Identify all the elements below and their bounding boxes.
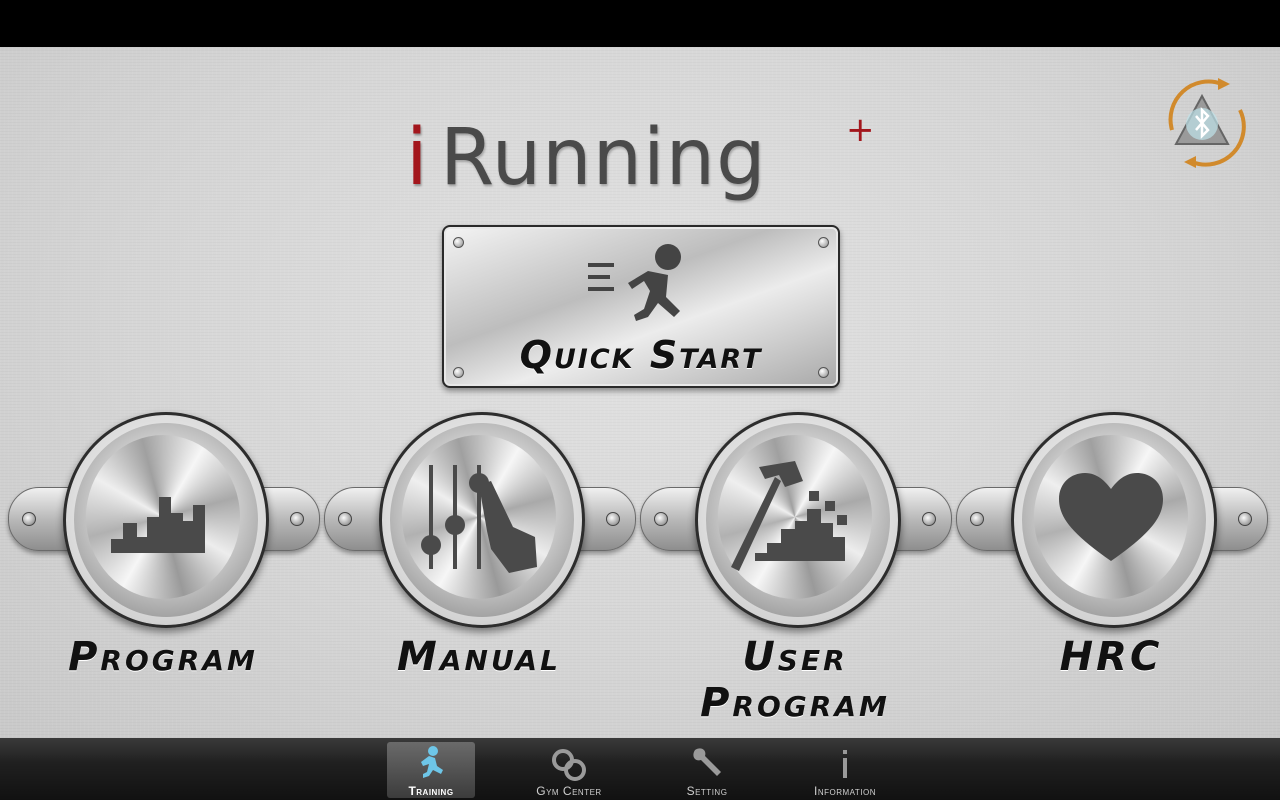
wrench-icon [693,748,721,776]
quick-start-label: Quick Start [519,333,763,377]
runner-icon [421,746,443,778]
user-program-button[interactable]: User Program [640,412,952,726]
tab-training-label: Training [408,784,454,798]
bluetooth-sync-icon [1168,78,1246,168]
app-logo: i Running + [398,87,878,217]
tab-information-label: Information [813,784,876,798]
program-button[interactable]: Program [8,412,320,680]
tab-information[interactable]: Information [801,742,889,798]
bluetooth-sync-button[interactable] [1152,70,1252,170]
tab-gym-center-label: Gym Center [536,784,602,798]
logo-prefix: i [406,113,428,203]
tab-gym-center[interactable]: Gym Center [525,742,613,798]
logo-plus: + [846,110,875,150]
bar-profile-icon [111,497,205,553]
running-man-icon [588,244,681,321]
status-bar [0,0,1280,47]
tab-training[interactable]: Training [387,742,475,798]
quick-start-button[interactable]: Quick Start [442,225,840,388]
manual-label: Manual [397,634,561,680]
program-label: Program [68,634,258,680]
info-icon [843,750,847,778]
logo-word: Running [440,113,767,203]
chain-link-icon [552,749,586,781]
heart-icon [1059,473,1163,561]
main-screen: i Running + Quick Start Program Manual U… [0,47,1280,738]
user-program-label: User Program [700,634,890,726]
bottom-tab-bar: Training Gym Center Setting Information [0,738,1280,800]
slider-hand-icon [421,465,537,573]
hrc-button[interactable]: HRC [956,412,1268,680]
tab-setting[interactable]: Setting [663,742,751,798]
hrc-label: HRC [1059,634,1163,680]
hammer-blocks-icon [731,461,847,571]
tab-setting-label: Setting [686,784,728,798]
manual-button[interactable]: Manual [324,412,636,680]
